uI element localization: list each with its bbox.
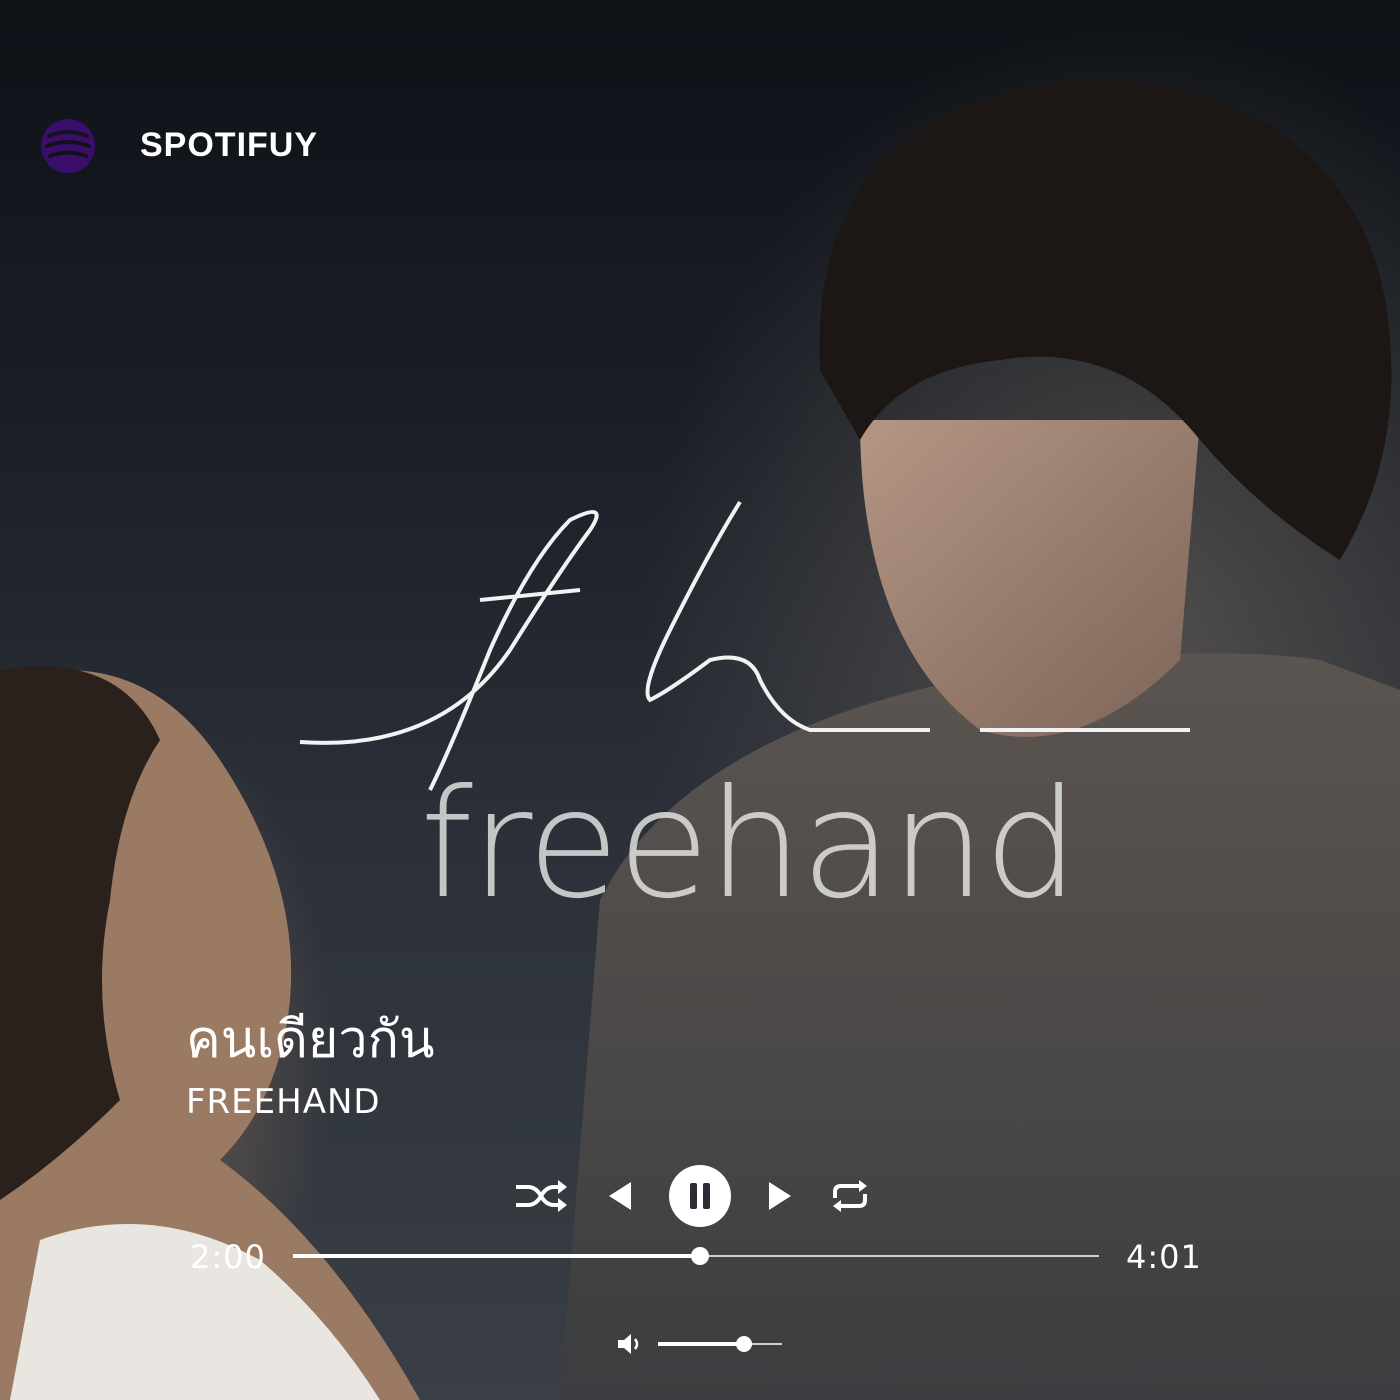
- elapsed-time: 2:00: [190, 1238, 266, 1276]
- pause-icon: [669, 1165, 731, 1227]
- progress-fill: [293, 1254, 701, 1258]
- album-logo-wordmark: freehand: [420, 758, 1079, 932]
- previous-button[interactable]: [598, 1174, 642, 1218]
- player-screen: freehand SPOTIFUY คนเดียวกัน FREEHAND 2:…: [0, 0, 1400, 1400]
- repeat-button[interactable]: [826, 1174, 874, 1218]
- volume-icon: [618, 1334, 639, 1354]
- track-artist[interactable]: FREEHAND: [186, 1082, 381, 1122]
- next-icon: [769, 1182, 791, 1210]
- volume-slider[interactable]: [658, 1336, 782, 1352]
- volume-handle[interactable]: [735, 1336, 752, 1352]
- volume-fill: [658, 1342, 744, 1346]
- progress-handle[interactable]: [691, 1247, 710, 1265]
- pause-button[interactable]: [668, 1164, 732, 1228]
- app-title: SPOTIFUY: [140, 126, 319, 164]
- repeat-icon: [833, 1180, 867, 1212]
- shuffle-button[interactable]: [512, 1174, 570, 1218]
- progress-bar[interactable]: [293, 1247, 1099, 1265]
- previous-icon: [609, 1182, 631, 1210]
- total-time: 4:01: [1126, 1238, 1202, 1276]
- shuffle-icon: [516, 1180, 567, 1212]
- track-title: คนเดียวกัน: [186, 1010, 435, 1070]
- next-button[interactable]: [758, 1174, 802, 1218]
- spotify-logo-icon: [41, 119, 95, 173]
- mute-button[interactable]: [614, 1328, 646, 1360]
